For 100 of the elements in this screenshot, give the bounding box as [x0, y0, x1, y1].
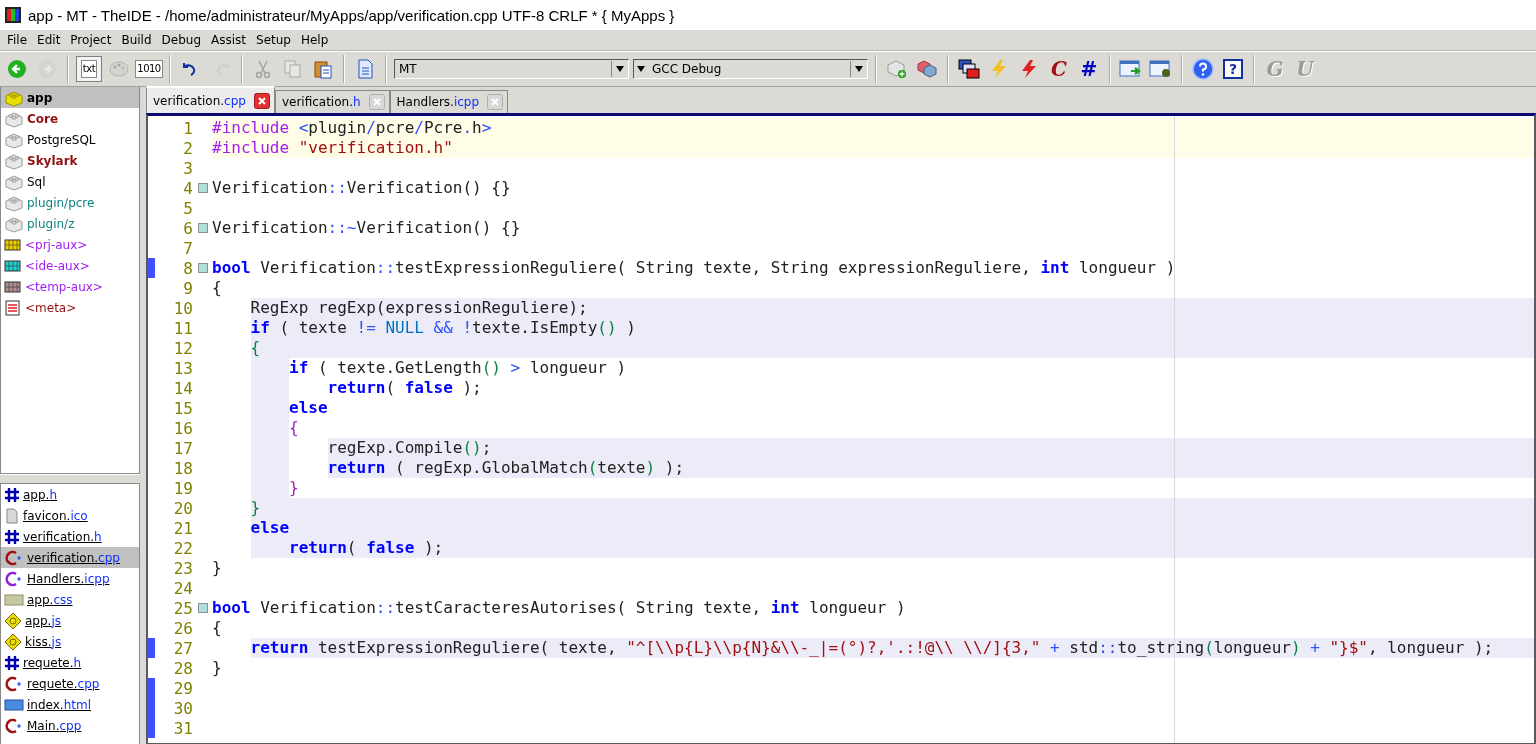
line-number: 17 [172, 438, 194, 458]
window-title: app - MT - TheIDE - /home/administrateur/MyApps/app/verification.cpp UTF-8 CRLF * { MyApps } [28, 6, 675, 24]
grid-icon [4, 279, 22, 294]
line-number: 18 [172, 458, 194, 478]
help-icon [1192, 58, 1214, 80]
line-number: 24 [172, 578, 194, 598]
toolbar-button[interactable]: # [1076, 56, 1102, 82]
windows-icon [958, 59, 980, 79]
line-number: 9 [182, 278, 194, 298]
package-item[interactable]: app [1, 87, 139, 108]
code-line: { [212, 278, 223, 298]
line-number: 23 [172, 558, 194, 578]
project-file[interactable]: requete.h [1, 652, 139, 673]
package-item[interactable]: Skylark [1, 150, 139, 171]
fold-marker[interactable] [198, 223, 208, 233]
code-line: } [212, 558, 223, 578]
package-item[interactable]: <meta> [1, 297, 139, 318]
project-file[interactable]: Main.cpp [1, 715, 139, 736]
menu-item[interactable]: Edit [32, 33, 66, 47]
line-number: 1 [182, 118, 194, 138]
package-item[interactable]: <prj-aux> [1, 234, 139, 255]
back-icon [7, 59, 27, 79]
code-line: } [212, 658, 223, 678]
code-line: Verification::~Verification() {} [212, 218, 522, 238]
lightning-icon [1019, 59, 1039, 79]
app-icon [4, 6, 22, 24]
line-number: 8 [182, 258, 194, 278]
cpp-icon [4, 549, 24, 566]
close-icon[interactable] [253, 92, 270, 109]
line-number: 26 [172, 618, 194, 638]
package-item[interactable]: PostgreSQL [1, 129, 139, 150]
package-item[interactable]: Core [1, 108, 139, 129]
copy-icon [283, 59, 303, 79]
dropdown[interactable]: GCC Debug [633, 59, 868, 79]
fold-marker[interactable] [198, 603, 208, 613]
toolbar-button[interactable]: C [1046, 56, 1072, 82]
line-number: 29 [172, 678, 194, 698]
html-icon [4, 697, 24, 712]
package-item[interactable]: plugin/pcre [1, 192, 139, 213]
package-item[interactable]: plugin/z [1, 213, 139, 234]
hash-icon [4, 654, 20, 671]
palette-icon [109, 60, 129, 78]
line-number: 19 [172, 478, 194, 498]
scissors-icon [254, 59, 272, 79]
cpp-icon [4, 675, 24, 692]
file-icon [4, 507, 20, 524]
document-icon [356, 59, 374, 79]
package-item[interactable]: <temp-aux> [1, 276, 139, 297]
line-number: 20 [172, 498, 194, 518]
lightning-icon [989, 59, 1009, 79]
code-editor[interactable] [146, 113, 1536, 744]
project-file[interactable]: kiss.js [1, 631, 139, 652]
css-icon [4, 592, 24, 607]
project-file[interactable]: favicon.ico [1, 505, 139, 526]
file-tab[interactable]: verification.h [274, 90, 390, 113]
project-file[interactable]: index.html [1, 694, 139, 715]
line-number: 25 [172, 598, 194, 618]
code-line: { [212, 618, 223, 638]
line-number: 16 [172, 418, 194, 438]
line-number: 5 [182, 198, 194, 218]
project-file[interactable]: Handlers.icpp [1, 568, 139, 589]
line-number: 3 [182, 158, 194, 178]
file-tab[interactable]: verification.cpp [146, 86, 275, 113]
line-number: 13 [172, 358, 194, 378]
project-file[interactable]: verification.cpp [1, 547, 139, 568]
list-icon [4, 299, 22, 316]
project-file[interactable]: verification.h [1, 526, 139, 547]
fold-marker[interactable] [198, 183, 208, 193]
line-number: 30 [172, 698, 194, 718]
cpp-icon [4, 570, 24, 587]
menu-item[interactable]: Build [116, 33, 157, 47]
dropdown[interactable]: MT [394, 59, 629, 79]
menu-item[interactable]: File [2, 33, 33, 47]
caret-icon [614, 64, 626, 74]
line-number: 12 [172, 338, 194, 358]
line-number: 27 [172, 638, 194, 658]
grid-icon [4, 237, 22, 252]
menu-item[interactable]: Setup [251, 33, 296, 47]
line-number: 10 [172, 298, 194, 318]
package-item[interactable]: <ide-aux> [1, 255, 139, 276]
file-tab[interactable]: Handlers.icpp [389, 90, 509, 113]
menu-item[interactable]: Project [65, 33, 117, 47]
toolbar-button[interactable] [1190, 56, 1216, 82]
toolbar-button[interactable]: ? [1220, 56, 1246, 82]
line-number: 11 [172, 318, 194, 338]
packages-icon [916, 59, 938, 79]
menu-item[interactable]: Help [295, 33, 334, 47]
toolbar-button[interactable] [956, 56, 982, 82]
fold-marker[interactable] [198, 263, 208, 273]
menu-item[interactable]: Assist [206, 33, 251, 47]
hash-icon [4, 528, 20, 545]
project-file[interactable]: app.css [1, 589, 139, 610]
project-file[interactable]: requete.cpp [1, 673, 139, 694]
project-file[interactable]: app.h [1, 484, 139, 505]
project-file[interactable]: app.js [1, 610, 139, 631]
menu-item[interactable]: Debug [156, 33, 206, 47]
package-item[interactable]: Sql [1, 171, 139, 192]
cpp-icon [4, 717, 24, 734]
code-line: Verification::Verification() {} [212, 178, 512, 198]
toolbar-button[interactable]: txt [76, 56, 102, 82]
